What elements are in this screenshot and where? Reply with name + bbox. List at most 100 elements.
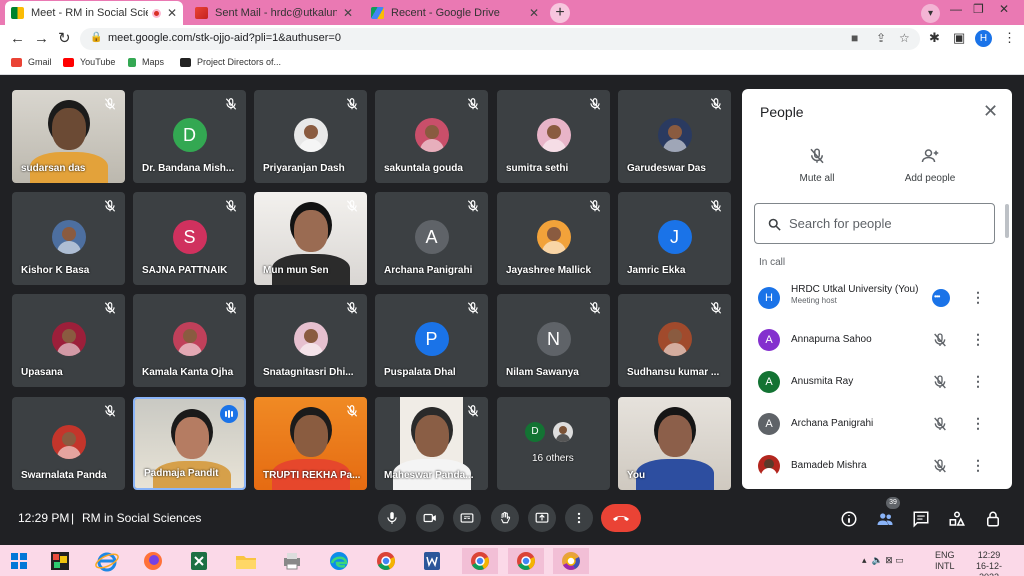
participant-row[interactable]: A Archana Panigrahi ⋮ [742,404,1012,444]
mute-all-button[interactable]: Mute all [777,147,857,184]
more-options-icon[interactable]: ⋮ [971,331,985,347]
tab-search-icon[interactable]: ▾ [921,4,940,23]
forward-icon[interactable]: → [34,30,49,47]
printer-app-icon[interactable] [279,548,305,574]
participant-tile[interactable]: Garudeswar Das [618,90,731,183]
participant-row[interactable]: A Annapurna Sahoo ⋮ [742,320,1012,360]
excel-icon[interactable] [186,548,212,574]
address-bar[interactable]: 🔒 meet.google.com/stk-ojjo-aid?pli=1&aut… [80,28,920,50]
leave-call-button[interactable] [601,504,641,532]
participant-tile[interactable]: N Nilam Sawanya [497,294,610,387]
panel-scrollbar[interactable] [1005,204,1009,238]
windows-start-icon[interactable] [6,548,32,574]
present-button[interactable] [528,504,556,532]
more-options-icon[interactable]: ⋮ [971,373,985,389]
participant-row[interactable]: A Anusmita Ray ⋮ [742,362,1012,402]
internet-explorer-icon[interactable] [94,548,120,574]
participant-tile[interactable]: TRUPTI REKHA Pa... [254,397,367,490]
participant-tile[interactable]: Snatagnitasri Dhi... [254,294,367,387]
bookmark-maps[interactable]: Maps [128,57,164,67]
search-input[interactable] [789,214,984,232]
mic-off-icon[interactable] [932,458,948,479]
chrome-icon[interactable] [373,548,399,574]
more-options-icon[interactable]: ⋮ [971,289,985,305]
close-window-icon[interactable]: ✕ [999,2,1009,16]
participant-tile[interactable]: You [618,397,731,490]
system-clock[interactable]: 12:2916-12-2022 [967,550,1011,576]
participant-tile[interactable]: P Puspalata Dhal [375,294,488,387]
file-explorer-icon[interactable] [233,548,259,574]
activities-icon[interactable] [948,510,966,528]
participant-tile[interactable]: D Dr. Bandana Mish... [133,90,246,183]
chat-icon[interactable] [912,510,930,528]
system-tray-icons[interactable]: ▴ 🔈 ⊠ ▭ [862,555,904,566]
participant-tile[interactable]: Kishor K Basa [12,192,125,285]
lock-icon[interactable]: 🔒 [90,32,102,43]
chrome-canary-button[interactable] [553,548,589,574]
bookmark-project-directors[interactable]: Project Directors of... [180,57,281,67]
extensions-icon[interactable]: ✱ [929,30,940,46]
participant-tile[interactable]: J Jamric Ekka [618,192,731,285]
participant-tile[interactable]: Mun mun Sen [254,192,367,285]
word-icon[interactable] [419,548,445,574]
chrome-window-1-button[interactable] [462,548,498,574]
participant-tile[interactable]: Upasana [12,294,125,387]
language-indicator[interactable]: ENG INTL [935,550,955,572]
participant-tile[interactable]: sumitra sethi [497,90,610,183]
bookmark-gmail[interactable]: Gmail [11,57,52,67]
restore-icon[interactable]: ❐ [973,2,984,16]
new-tab-button[interactable]: + [550,3,570,23]
participant-tile[interactable]: Jayashree Mallick [497,192,610,285]
close-icon[interactable]: ✕ [983,101,998,121]
mic-off-icon[interactable] [932,416,948,437]
participant-tile[interactable]: Maheswar Panda... [375,397,488,490]
bookmark-youtube[interactable]: YouTube [63,57,115,67]
microphone-button[interactable] [378,504,406,532]
participant-tile[interactable]: sudarsan das [12,90,125,183]
more-options-icon[interactable]: ⋮ [971,457,985,473]
profile-avatar[interactable]: H [975,30,992,47]
edge-icon[interactable] [326,548,352,574]
mic-off-icon[interactable] [932,374,948,395]
back-icon[interactable]: ← [10,30,25,47]
participant-tile[interactable]: Sudhansu kumar ... [618,294,731,387]
participant-tile[interactable]: sakuntala gouda [375,90,488,183]
more-options-button[interactable] [565,504,593,532]
close-tab-icon[interactable]: ✕ [529,6,539,20]
participant-tile[interactable]: A Archana Panigrahi [375,192,488,285]
close-tab-icon[interactable]: ✕ [343,6,353,20]
tab-drive[interactable]: Recent - Google Drive ✕ [365,1,545,25]
more-actions-icon[interactable] [932,289,950,307]
participant-row[interactable]: H HRDC Utkal University (You) Meeting host… [742,278,1012,318]
reload-icon[interactable]: ↻ [58,30,71,47]
people-icon[interactable] [876,510,894,528]
minimize-icon[interactable]: — [950,2,962,16]
participant-tile[interactable]: Kamala Kanta Ojha [133,294,246,387]
more-options-icon[interactable]: ⋮ [971,415,985,431]
mic-off-icon[interactable] [932,332,948,353]
bookmark-star-icon[interactable]: ☆ [899,31,910,45]
camera-in-use-icon[interactable]: ■ [851,31,858,45]
close-tab-icon[interactable]: ✕ [167,6,177,20]
participant-tile[interactable]: Padmaja Pandit [133,397,246,490]
url-text[interactable]: meet.google.com/stk-ojjo-aid?pli=1&authu… [108,32,341,44]
camera-button[interactable] [416,504,444,532]
raise-hand-button[interactable] [491,504,519,532]
participant-tile[interactable]: Priyaranjan Dash [254,90,367,183]
participant-tile[interactable]: Swarnalata Panda [12,397,125,490]
photos-app-icon[interactable] [47,548,73,574]
participant-row[interactable]: Bamadeb Mishra ⋮ [742,446,1012,486]
tab-meet[interactable]: Meet - RM in Social Sciences ✕ [5,1,183,25]
add-people-button[interactable]: Add people [890,147,970,184]
meeting-details-icon[interactable] [840,510,858,528]
firefox-icon[interactable] [140,548,166,574]
participant-tile[interactable]: S SAJNA PATTNAIK [133,192,246,285]
tab-gmail[interactable]: Sent Mail - hrdc@utkaluniversity ✕ [189,1,359,25]
share-icon[interactable]: ⇪ [876,31,886,45]
host-controls-icon[interactable] [984,510,1002,528]
side-panel-icon[interactable]: ▣ [953,30,965,46]
captions-button[interactable] [453,504,481,532]
participant-tile[interactable]: D 16 others [497,397,610,490]
menu-icon[interactable]: ⋮ [1003,30,1016,46]
chrome-window-2-button[interactable] [508,548,544,574]
